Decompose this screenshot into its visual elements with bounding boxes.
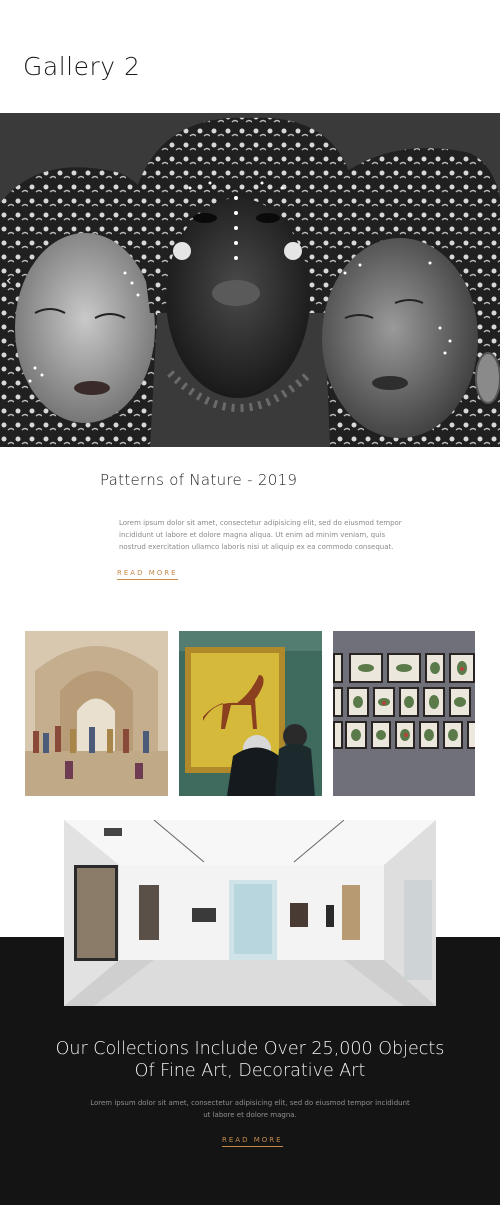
page-title: Gallery 2 bbox=[23, 52, 141, 81]
gallery-interior-photo bbox=[64, 820, 436, 1006]
collections-heading-line-2: Of Fine Art, Decorative Art bbox=[134, 1061, 366, 1081]
collections-body: Lorem ipsum dolor sit amet, consectetur … bbox=[90, 1099, 410, 1119]
collections-heading-line-1: Our Collections Include Over 25,000 Obje… bbox=[55, 1039, 445, 1059]
gallery-thumbnail-horse-painting[interactable] bbox=[179, 631, 322, 796]
collections-heading: Our Collections Include Over 25,000 Obje… bbox=[30, 1038, 470, 1082]
feature-body: Lorem ipsum dolor sit amet, consectetur … bbox=[119, 519, 402, 551]
read-more-link[interactable]: READ MORE bbox=[222, 1136, 283, 1147]
gallery-thumbnail-fresco[interactable] bbox=[25, 631, 168, 796]
read-more-link[interactable]: READ MORE bbox=[117, 569, 178, 580]
gallery-thumbnail-bird-prints[interactable] bbox=[333, 631, 475, 796]
feature-title: Patterns of Nature - 2019 bbox=[100, 471, 298, 489]
chevron-left-icon[interactable]: ‹ bbox=[6, 273, 18, 289]
hero-image: ‹ bbox=[0, 113, 500, 447]
